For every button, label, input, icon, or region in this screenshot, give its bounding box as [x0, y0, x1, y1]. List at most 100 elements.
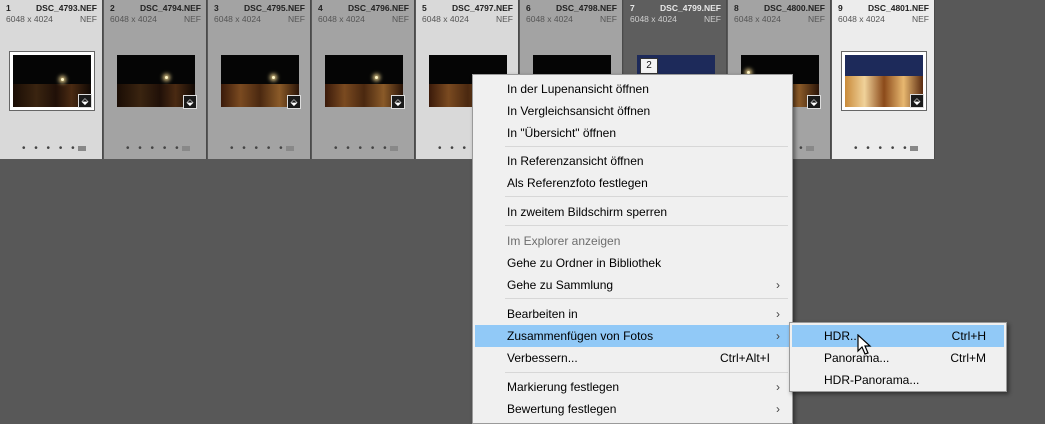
- menu-separator: [505, 225, 788, 226]
- menu-item-lock-second-screen[interactable]: In zweitem Bildschirm sperren: [475, 201, 790, 223]
- cell-index: 1: [6, 3, 11, 13]
- menu-item-label: Gehe zu Ordner in Bibliothek: [507, 256, 662, 270]
- menu-item-label: In zweitem Bildschirm sperren: [507, 205, 668, 219]
- cell-filename: DSC_4796.NEF: [348, 3, 409, 13]
- menu-item-show-in-explorer: Im Explorer anzeigen: [475, 230, 790, 252]
- cell-filename: DSC_4797.NEF: [452, 3, 513, 13]
- menu-item-label: In Vergleichsansicht öffnen: [507, 104, 651, 118]
- menu-item-edit-in[interactable]: Bearbeiten in ›: [475, 303, 790, 325]
- rating-dots[interactable]: • • • • •: [230, 143, 286, 154]
- cell-dimensions: 6048 x 4024: [526, 14, 573, 24]
- submenu-item-hdr[interactable]: HDR... Ctrl+H: [792, 325, 1004, 347]
- menu-item-set-flag[interactable]: Markierung festlegen ›: [475, 376, 790, 398]
- chevron-right-icon: ›: [776, 307, 780, 321]
- chevron-right-icon: ›: [776, 278, 780, 292]
- menu-item-enhance[interactable]: Verbessern... Ctrl+Alt+I: [475, 347, 790, 369]
- menu-separator: [505, 298, 788, 299]
- cell-filename: DSC_4800.NEF: [764, 3, 825, 13]
- cell-filetype: NEF: [704, 14, 721, 24]
- menu-separator: [505, 146, 788, 147]
- menu-separator: [505, 372, 788, 373]
- tag-icon: ⬙: [391, 95, 405, 109]
- thumbnail[interactable]: ⬙: [9, 51, 95, 111]
- thumbnail[interactable]: ⬙: [113, 51, 199, 111]
- menu-item-label: Zusammenfügen von Fotos: [507, 329, 654, 343]
- cell-filename: DSC_4795.NEF: [244, 3, 305, 13]
- menu-item-open-loupe[interactable]: In der Lupenansicht öffnen: [475, 78, 790, 100]
- menu-item-label: Markierung festlegen: [507, 380, 620, 394]
- cell-index: 6: [526, 3, 531, 13]
- cell-filename: DSC_4801.NEF: [868, 3, 929, 13]
- cell-dimensions: 6048 x 4024: [838, 14, 885, 24]
- cell-filetype: NEF: [184, 14, 201, 24]
- label-box: [806, 146, 814, 151]
- filmstrip-cell-1[interactable]: 1 DSC_4793.NEF 6048 x 4024 NEF ⬙ • • • • •: [0, 0, 103, 159]
- rating-dots[interactable]: • • • • •: [22, 143, 78, 154]
- chevron-right-icon: ›: [776, 380, 780, 394]
- tag-icon: ⬙: [78, 94, 92, 108]
- menu-item-label: Verbessern...: [507, 351, 578, 365]
- rating-dots[interactable]: • • • • •: [334, 143, 390, 154]
- filmstrip-cell-9[interactable]: 9 DSC_4801.NEF 6048 x 4024 NEF ⬙ • • • • •: [832, 0, 935, 159]
- cell-filename: DSC_4798.NEF: [556, 3, 617, 13]
- thumbnail[interactable]: ⬙: [217, 51, 303, 111]
- rating-dots[interactable]: • • • • •: [126, 143, 182, 154]
- submenu-item-panorama[interactable]: Panorama... Ctrl+M: [792, 347, 1004, 369]
- menu-item-open-reference[interactable]: In Referenzansicht öffnen: [475, 150, 790, 172]
- menu-item-set-reference[interactable]: Als Referenzfoto festlegen: [475, 172, 790, 194]
- menu-item-go-to-folder[interactable]: Gehe zu Ordner in Bibliothek: [475, 252, 790, 274]
- cell-dimensions: 6048 x 4024: [422, 14, 469, 24]
- label-box: [390, 146, 398, 151]
- menu-item-label: In "Übersicht" öffnen: [507, 126, 617, 140]
- mouse-pointer-icon: [857, 333, 873, 361]
- cell-index: 8: [734, 3, 739, 13]
- cell-filetype: NEF: [80, 14, 97, 24]
- photo-merge-submenu: HDR... Ctrl+H Panorama... Ctrl+M HDR-Panor…: [789, 322, 1007, 392]
- filmstrip-cell-2[interactable]: 2 DSC_4794.NEF 6048 x 4024 NEF ⬙ • • • • •: [104, 0, 207, 159]
- cell-dimensions: 6048 x 4024: [630, 14, 677, 24]
- rating-dots[interactable]: • • • • •: [854, 143, 910, 154]
- thumbnail[interactable]: ⬙: [321, 51, 407, 111]
- cell-dimensions: 6048 x 4024: [214, 14, 261, 24]
- menu-item-set-rating[interactable]: Bewertung festlegen ›: [475, 398, 790, 420]
- cell-filename: DSC_4794.NEF: [140, 3, 201, 13]
- menu-item-label: Bearbeiten in: [507, 307, 578, 321]
- submenu-item-label: HDR-Panorama...: [824, 373, 920, 387]
- label-box: [78, 146, 86, 151]
- chevron-right-icon: ›: [776, 402, 780, 416]
- cell-dimensions: 6048 x 4024: [318, 14, 365, 24]
- cell-index: 4: [318, 3, 323, 13]
- thumbnail[interactable]: ⬙: [841, 51, 927, 111]
- cell-index: 2: [110, 3, 115, 13]
- filmstrip: 1 DSC_4793.NEF 6048 x 4024 NEF ⬙ • • • • •…: [0, 0, 940, 160]
- menu-item-label: In der Lupenansicht öffnen: [507, 82, 649, 96]
- tag-icon: ⬙: [807, 95, 821, 109]
- tag-icon: ⬙: [287, 95, 301, 109]
- menu-separator: [505, 196, 788, 197]
- cell-dimensions: 6048 x 4024: [110, 14, 157, 24]
- menu-item-go-to-collection[interactable]: Gehe zu Sammlung ›: [475, 274, 790, 296]
- filmstrip-cell-4[interactable]: 4 DSC_4796.NEF 6048 x 4024 NEF ⬙ • • • • •: [312, 0, 415, 159]
- cell-index: 9: [838, 3, 843, 13]
- filmstrip-cell-3[interactable]: 3 DSC_4795.NEF 6048 x 4024 NEF ⬙ • • • • •: [208, 0, 311, 159]
- submenu-item-shortcut: Ctrl+H: [951, 329, 986, 343]
- cell-filetype: NEF: [912, 14, 929, 24]
- cell-index: 7: [630, 3, 635, 13]
- cell-filename: DSC_4793.NEF: [36, 3, 97, 13]
- cell-filetype: NEF: [808, 14, 825, 24]
- menu-item-label: Im Explorer anzeigen: [507, 234, 621, 248]
- menu-item-open-survey[interactable]: In "Übersicht" öffnen: [475, 122, 790, 144]
- cell-filetype: NEF: [392, 14, 409, 24]
- cell-index: 5: [422, 3, 427, 13]
- cell-index: 3: [214, 3, 219, 13]
- menu-item-label: In Referenzansicht öffnen: [507, 154, 644, 168]
- menu-item-photo-merge[interactable]: Zusammenfügen von Fotos ›: [475, 325, 790, 347]
- label-box: [910, 146, 918, 151]
- stack-count-badge: 2: [640, 58, 658, 74]
- cell-filetype: NEF: [496, 14, 513, 24]
- menu-item-shortcut: Ctrl+Alt+I: [719, 351, 770, 365]
- context-menu: In der Lupenansicht öffnen In Vergleichs…: [472, 74, 793, 424]
- submenu-item-hdr-panorama[interactable]: HDR-Panorama...: [792, 369, 1004, 391]
- cell-filetype: NEF: [288, 14, 305, 24]
- menu-item-open-compare[interactable]: In Vergleichsansicht öffnen: [475, 100, 790, 122]
